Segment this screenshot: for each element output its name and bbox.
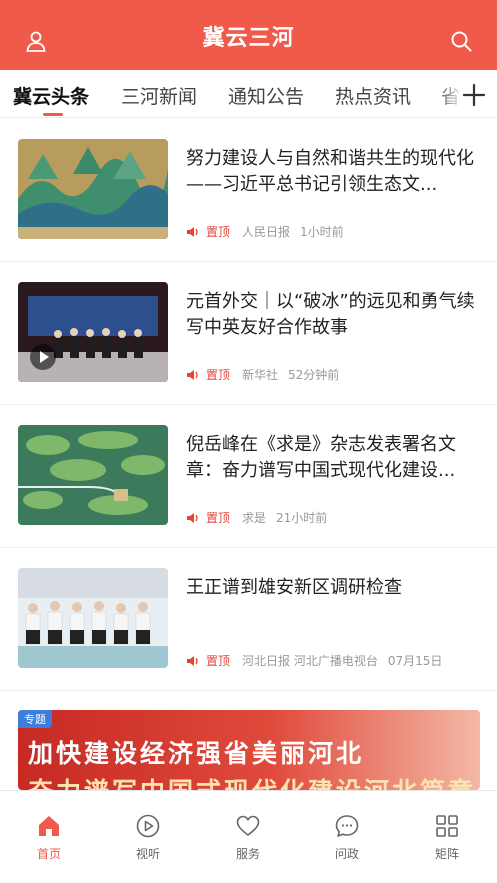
news-meta: 置顶 河北日报 河北广播电视台 07月15日 bbox=[186, 652, 442, 669]
news-time: 21小时前 bbox=[276, 511, 328, 525]
banner-subheadline: 奋力谱写中国式现代化建设河北篇章 bbox=[28, 772, 476, 790]
news-feed: 努力建设人与自然和谐共生的现代化——习近平总书记引领生态文... 置顶 人民日报… bbox=[0, 119, 497, 691]
news-source: 求是 bbox=[242, 511, 267, 525]
tabbar-audiovisual[interactable]: 视听 bbox=[118, 813, 178, 862]
tabbar-label: 问政 bbox=[334, 847, 359, 861]
news-title[interactable]: 努力建设人与自然和谐共生的现代化——习近平总书记引领生态文... bbox=[186, 146, 482, 198]
home-icon bbox=[39, 816, 59, 836]
pinned-badge: 置顶 bbox=[206, 225, 231, 239]
news-title[interactable]: 元首外交｜以“破冰”的远见和勇气续写中英友好合作故事 bbox=[186, 289, 482, 341]
tabbar-label: 矩阵 bbox=[434, 847, 459, 861]
news-time: 07月15日 bbox=[387, 654, 443, 668]
app-header: 冀云三河 bbox=[0, 0, 497, 70]
pinned-badge: 置顶 bbox=[206, 368, 231, 382]
add-channel-icon[interactable] bbox=[461, 82, 487, 108]
news-item[interactable]: 努力建设人与自然和谐共生的现代化——习近平总书记引领生态文... 置顶 人民日报… bbox=[0, 119, 497, 262]
news-source: 人民日报 bbox=[242, 225, 291, 239]
news-item[interactable]: 倪岳峰在《求是》杂志发表署名文章：奋力谱写中国式现代化建设... 置顶 求是 2… bbox=[0, 405, 497, 548]
tabbar-services[interactable]: 服务 bbox=[218, 813, 278, 862]
news-item[interactable]: 王正谱到雄安新区调研检查 置顶 河北日报 河北广播电视台 07月15日 bbox=[0, 548, 497, 691]
video-play-icon[interactable] bbox=[30, 344, 56, 370]
active-tab-indicator bbox=[43, 113, 63, 116]
tab-sanhe-news[interactable]: 三河新闻 bbox=[121, 82, 197, 109]
speaker-icon[interactable] bbox=[186, 369, 200, 381]
play-circle-icon bbox=[136, 814, 160, 838]
news-title[interactable]: 王正谱到雄安新区调研检查 bbox=[186, 575, 482, 601]
channel-tabs: 冀云头条 三河新闻 通知公告 热点资讯 省 bbox=[0, 70, 497, 118]
tabbar-home[interactable]: 首页 bbox=[19, 813, 79, 862]
news-meta: 置顶 人民日报 1小时前 bbox=[186, 223, 344, 240]
news-thumbnail-landscape-painting bbox=[18, 139, 168, 239]
special-topic-banner[interactable]: 加快建设经济强省美丽河北 奋力谱写中国式现代化建设河北篇章 专题 bbox=[18, 710, 480, 790]
news-time: 52分钟前 bbox=[288, 368, 340, 382]
app-title: 冀云三河 bbox=[202, 26, 295, 51]
speaker-icon[interactable] bbox=[186, 655, 200, 667]
chat-icon bbox=[335, 815, 359, 837]
banner-headline: 加快建设经济强省美丽河北 bbox=[28, 739, 365, 768]
heart-icon bbox=[236, 815, 260, 836]
tabbar-label: 服务 bbox=[235, 847, 260, 861]
pinned-badge: 置顶 bbox=[206, 654, 231, 668]
tabbar-label: 视听 bbox=[135, 847, 160, 861]
search-icon[interactable] bbox=[449, 29, 473, 53]
news-thumbnail-group-visit bbox=[18, 568, 168, 668]
grid-icon bbox=[436, 815, 458, 837]
tab-jiyun-headlines[interactable]: 冀云头条 bbox=[13, 82, 89, 109]
tabbar-label: 首页 bbox=[36, 847, 61, 861]
news-thumbnail-aerial-landscape bbox=[18, 425, 168, 525]
news-thumbnail-video bbox=[18, 282, 168, 382]
pinned-badge: 置顶 bbox=[206, 511, 231, 525]
tabbar-matrix[interactable]: 矩阵 bbox=[417, 813, 477, 862]
tab-hot-news[interactable]: 热点资讯 bbox=[335, 82, 411, 109]
tab-notices[interactable]: 通知公告 bbox=[228, 82, 304, 109]
tabbar-inquiry[interactable]: 问政 bbox=[317, 813, 377, 862]
news-title[interactable]: 倪岳峰在《求是》杂志发表署名文章：奋力谱写中国式现代化建设... bbox=[186, 432, 482, 484]
bottom-tab-bar: 首页 视听 服务 问政 矩阵 bbox=[0, 790, 497, 883]
banner-tag: 专题 bbox=[18, 710, 52, 728]
news-meta: 置顶 新华社 52分钟前 bbox=[186, 366, 339, 383]
speaker-icon[interactable] bbox=[186, 512, 200, 524]
speaker-icon[interactable] bbox=[186, 226, 200, 238]
news-meta: 置顶 求是 21小时前 bbox=[186, 509, 327, 526]
news-source: 河北日报 河北广播电视台 bbox=[242, 654, 378, 668]
news-source: 新华社 bbox=[242, 368, 279, 382]
news-item[interactable]: 元首外交｜以“破冰”的远见和勇气续写中英友好合作故事 置顶 新华社 52分钟前 bbox=[0, 262, 497, 405]
news-time: 1小时前 bbox=[300, 225, 344, 239]
